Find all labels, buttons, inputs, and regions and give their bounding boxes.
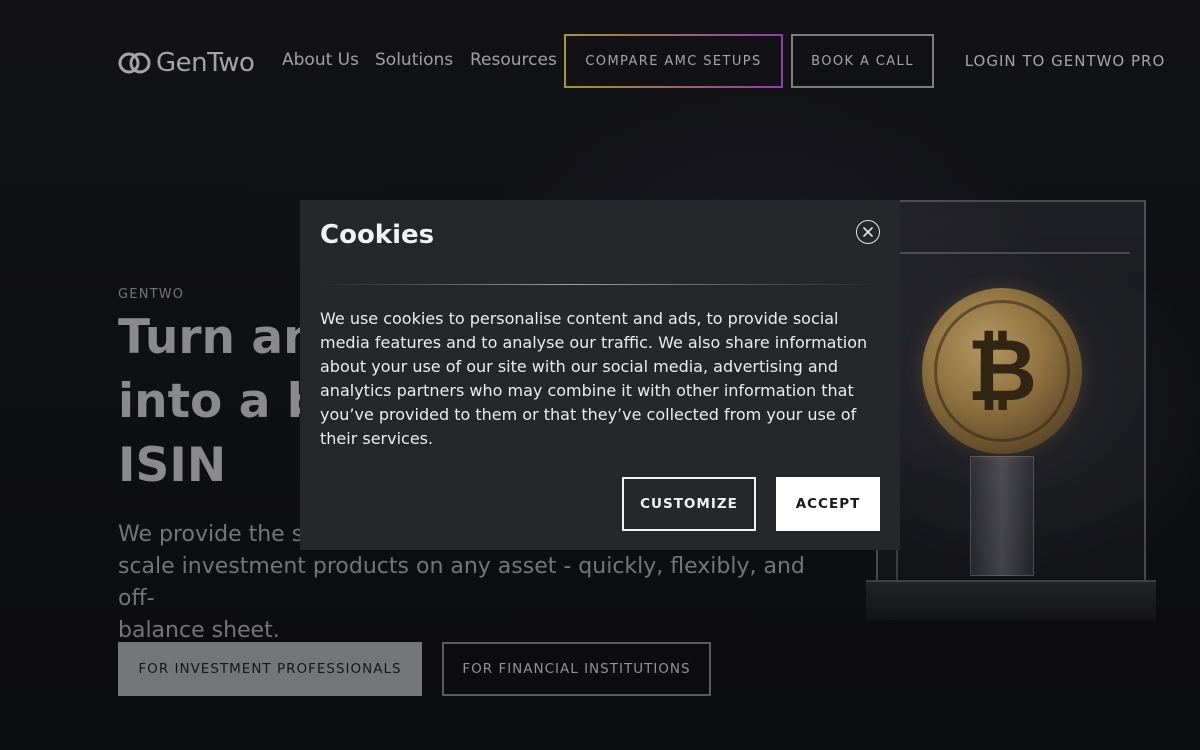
cookie-dialog-title: Cookies [320,220,435,250]
cookie-dialog-divider [320,284,880,285]
customize-button[interactable]: CUSTOMIZE [622,477,756,531]
page: GenTwo About Us Solutions Resources COMP… [0,0,1200,750]
cookie-dialog-text: We use cookies to personalise content an… [320,309,868,448]
accept-button[interactable]: ACCEPT [776,477,880,531]
customize-label: CUSTOMIZE [640,496,738,512]
close-icon [863,227,873,237]
cookie-consent-dialog: Cookies We use cookies to personalise co… [300,200,900,550]
close-button[interactable] [856,220,880,244]
accept-label: ACCEPT [795,496,861,512]
